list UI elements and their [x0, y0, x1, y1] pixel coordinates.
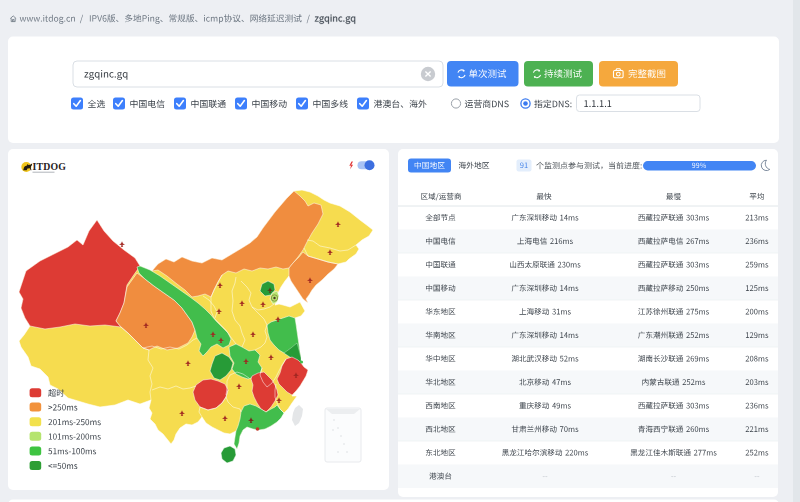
svg-text:ITDOG: ITDOG: [33, 161, 67, 172]
